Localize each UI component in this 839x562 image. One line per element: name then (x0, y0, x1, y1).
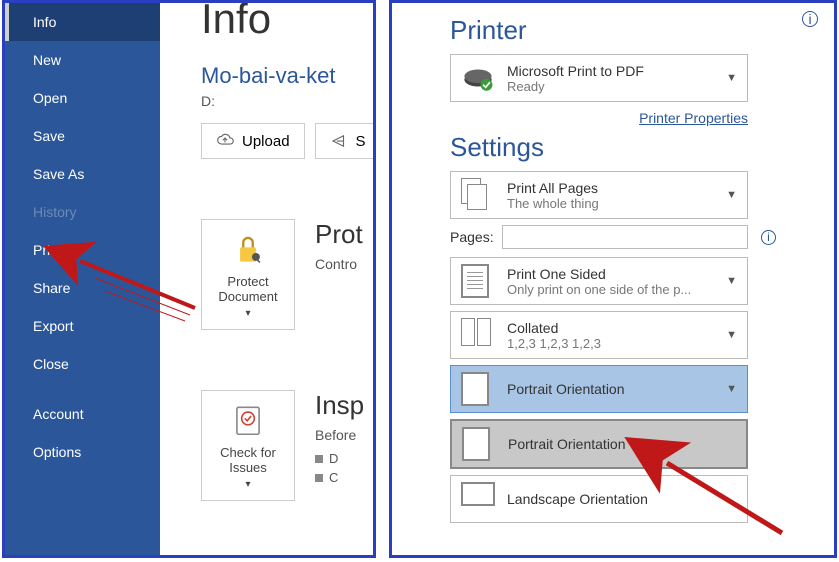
chevron-down-icon: ▼ (726, 383, 737, 395)
protect-tile-label: Protect Document (208, 274, 288, 304)
share-button[interactable]: S (315, 123, 376, 159)
document-path: D: (201, 93, 373, 109)
sidebar-item-history: History (5, 193, 160, 231)
orient-line1: Portrait Orientation (507, 381, 726, 397)
inspect-bullet: D (315, 449, 373, 468)
chevron-down-icon: ▼ (726, 275, 737, 287)
sidebar-item-export[interactable]: Export (5, 307, 160, 345)
sides-selector[interactable]: Print One Sided Only print on one side o… (450, 257, 748, 305)
checklist-icon (229, 401, 267, 439)
protect-section-title: Prot (315, 219, 373, 250)
sidebar-item-save[interactable]: Save (5, 117, 160, 155)
cloud-upload-icon (216, 132, 234, 150)
chevron-down-icon: ▼ (726, 329, 737, 341)
settings-heading: Settings (450, 132, 814, 163)
collate-selector[interactable]: Collated 1,2,3 1,2,3 1,2,3 ▼ (450, 311, 748, 359)
file-sidebar: Info New Open Save Save As History Print… (5, 3, 160, 555)
printer-name: Microsoft Print to PDF (507, 63, 726, 79)
collate-line1: Collated (507, 320, 726, 336)
sidebar-item-save-as[interactable]: Save As (5, 155, 160, 193)
printer-heading: Printer (450, 15, 814, 46)
chevron-down-icon: ▼ (726, 72, 737, 84)
inspect-section-sub: Before (315, 427, 373, 443)
scope-line1: Print All Pages (507, 180, 726, 196)
sidebar-item-options[interactable]: Options (5, 433, 160, 471)
collate-line2: 1,2,3 1,2,3 1,2,3 (507, 336, 726, 351)
sidebar-item-info[interactable]: Info (5, 3, 160, 41)
upload-button-label: Upload (242, 133, 290, 150)
check-issues-tile[interactable]: Check for Issues ▾ (201, 390, 295, 501)
pages-stack-icon (461, 178, 495, 212)
chevron-down-icon: ▼ (726, 189, 737, 201)
info-icon[interactable]: i (802, 11, 818, 27)
sidebar-item-new[interactable]: New (5, 41, 160, 79)
inspect-bullet: C (315, 468, 373, 487)
sidebar-item-share[interactable]: Share (5, 269, 160, 307)
inspect-section-title: Insp (315, 390, 373, 421)
landscape-page-icon (461, 482, 495, 516)
upload-button[interactable]: Upload (201, 123, 305, 159)
pages-input[interactable] (502, 225, 748, 249)
print-settings-panel: i Printer Microsoft Print to PDF Ready ▼… (389, 0, 837, 558)
share-icon (330, 132, 348, 150)
protect-section-sub: Contro (315, 256, 373, 272)
sidebar-item-print[interactable]: Print (5, 231, 160, 269)
page-title: Info (201, 0, 373, 43)
sidebar-item-open[interactable]: Open (5, 79, 160, 117)
pages-label: Pages: (450, 229, 494, 245)
sidebar-item-close[interactable]: Close (5, 345, 160, 383)
portrait-option-label: Portrait Orientation (508, 436, 736, 452)
info-content: Info Mo-bai-va-ket D: Upload S Protect D… (163, 3, 373, 555)
orientation-option-landscape[interactable]: Landscape Orientation (450, 475, 748, 523)
backstage-left-panel: Info New Open Save Save As History Print… (2, 0, 376, 558)
landscape-option-label: Landscape Orientation (507, 491, 737, 507)
printer-properties-link[interactable]: Printer Properties (450, 110, 748, 126)
lock-icon (229, 230, 267, 268)
printer-status: Ready (507, 79, 726, 94)
portrait-page-icon (462, 427, 496, 461)
scope-line2: The whole thing (507, 196, 726, 211)
check-tile-label: Check for Issues (208, 445, 288, 475)
printer-icon (461, 61, 495, 95)
orientation-option-portrait[interactable]: Portrait Orientation (450, 419, 748, 469)
page-lines-icon (461, 264, 495, 298)
orientation-selector[interactable]: Portrait Orientation ▼ (450, 365, 748, 413)
document-filename: Mo-bai-va-ket (201, 63, 373, 89)
sides-line2: Only print on one side of the p... (507, 282, 726, 297)
info-icon[interactable]: i (761, 230, 776, 245)
sides-line1: Print One Sided (507, 266, 726, 282)
share-button-label: S (356, 133, 366, 150)
collate-icon (461, 318, 495, 352)
portrait-page-icon (461, 372, 495, 406)
printer-selector[interactable]: Microsoft Print to PDF Ready ▼ (450, 54, 748, 102)
protect-document-tile[interactable]: Protect Document ▾ (201, 219, 295, 330)
print-scope-selector[interactable]: Print All Pages The whole thing ▼ (450, 171, 748, 219)
sidebar-item-account[interactable]: Account (5, 395, 160, 433)
